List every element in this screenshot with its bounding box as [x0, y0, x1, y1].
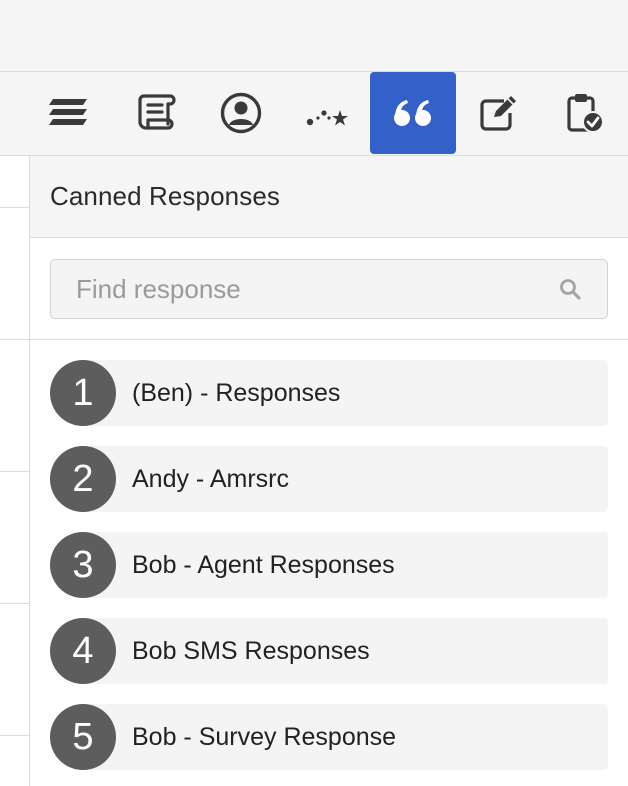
- list-item-label: Bob - Agent Responses: [132, 551, 395, 579]
- list-item[interactable]: 2 Andy - Amrsrc: [50, 446, 608, 512]
- item-number-badge: 1: [50, 360, 116, 426]
- search-icon[interactable]: [559, 278, 581, 300]
- user-circle-icon: [220, 92, 262, 134]
- constellation-button[interactable]: [284, 72, 370, 154]
- list-item-label: Bob SMS Responses: [132, 637, 370, 665]
- stack-button[interactable]: [26, 72, 112, 154]
- list-item-label: Andy - Amrsrc: [132, 465, 289, 493]
- edit-button[interactable]: [456, 72, 542, 154]
- search-box: [50, 259, 608, 319]
- divider: [0, 207, 29, 208]
- top-header: [0, 0, 628, 72]
- task-button[interactable]: [542, 72, 628, 154]
- list-item[interactable]: 1 (Ben) - Responses: [50, 360, 608, 426]
- scroll-script-icon: [138, 94, 176, 130]
- left-column: [0, 156, 30, 786]
- list-item-label: Bob - Survey Response: [132, 723, 397, 751]
- search-area: [30, 238, 628, 340]
- search-input[interactable]: [51, 260, 607, 318]
- divider: [0, 603, 29, 604]
- stack-icon: [49, 99, 87, 125]
- toolbar: [0, 72, 628, 156]
- list-item[interactable]: 3 Bob - Agent Responses: [50, 532, 608, 598]
- item-number-badge: 4: [50, 618, 116, 684]
- list-item[interactable]: 5 Bob - Survey Response: [50, 704, 608, 770]
- item-number-badge: 3: [50, 532, 116, 598]
- panel-title: Canned Responses: [50, 181, 280, 211]
- profile-button[interactable]: [198, 72, 284, 154]
- panel-header: Canned Responses: [30, 156, 628, 238]
- item-number-badge: 2: [50, 446, 116, 512]
- canned-responses-panel: Canned Responses 1 (Ben) - Responses 2 A…: [30, 156, 628, 786]
- item-number-badge: 5: [50, 704, 116, 770]
- edit-icon: [480, 96, 516, 131]
- quote-icon: [394, 100, 431, 126]
- script-button[interactable]: [112, 72, 198, 154]
- list-item[interactable]: 4 Bob SMS Responses: [50, 618, 608, 684]
- constellation-icon: [306, 110, 348, 126]
- canned-responses-button[interactable]: [370, 72, 456, 154]
- divider: [0, 735, 29, 736]
- divider: [0, 339, 29, 340]
- divider: [0, 471, 29, 472]
- app-root: Canned Responses 1 (Ben) - Responses 2 A…: [0, 0, 628, 786]
- clipboard-check-icon: [567, 94, 604, 133]
- list-item-label: (Ben) - Responses: [132, 379, 341, 407]
